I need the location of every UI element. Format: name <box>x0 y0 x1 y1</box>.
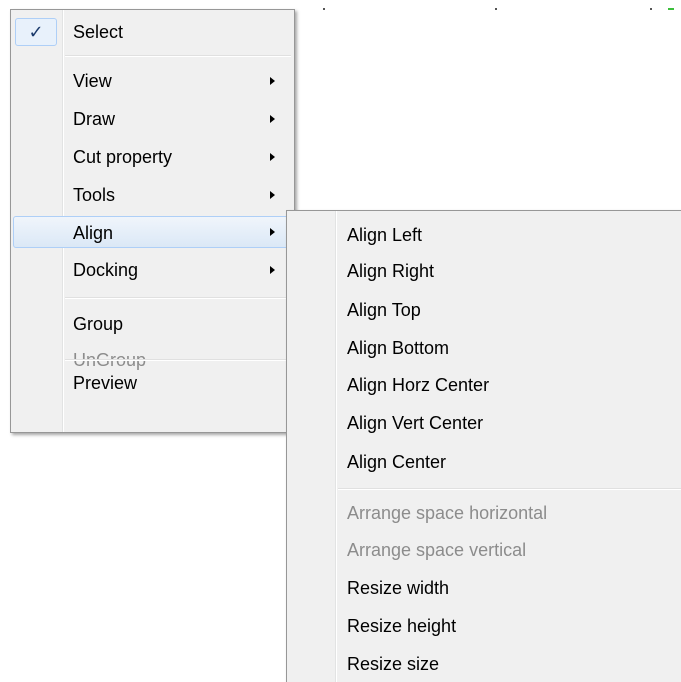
menu-separator <box>338 488 681 490</box>
menu-item-draw[interactable]: Draw <box>13 103 292 135</box>
menu-separator <box>65 359 291 361</box>
menu-item-label: Align <box>73 223 114 243</box>
menu-item-label: Align Bottom <box>347 338 450 358</box>
submenu-item-resize-width[interactable]: Resize width <box>289 572 679 604</box>
submenu-arrow-icon <box>270 115 275 123</box>
menu-item-label: Align Vert Center <box>347 413 484 433</box>
menu-item-tools[interactable]: Tools <box>13 179 292 211</box>
menu-item-group[interactable]: Group <box>13 308 292 340</box>
menu-item-align[interactable]: Align <box>13 216 292 248</box>
menu-item-label: Align Right <box>347 261 435 281</box>
menu-item-label: Arrange space horizontal <box>347 503 548 523</box>
menu-item-label: Resize size <box>347 654 440 674</box>
menu-item-label: View <box>73 71 112 91</box>
menu-item-label: Align Horz Center <box>347 375 490 395</box>
menu-item-select[interactable]: ✓ Select <box>13 16 292 48</box>
submenu-arrow-icon <box>270 228 275 236</box>
checkmark-icon: ✓ <box>15 18 57 46</box>
submenu-item-arrange-space-horizontal: Arrange space horizontal <box>289 497 679 529</box>
submenu-item-align-horz-center[interactable]: Align Horz Center <box>289 369 679 401</box>
menu-separator <box>65 297 291 299</box>
submenu-item-align-top[interactable]: Align Top <box>289 294 679 326</box>
context-menu: ✓ Select View Draw Cut property Tools Al… <box>10 9 295 433</box>
submenu-item-align-center[interactable]: Align Center <box>289 446 679 478</box>
submenu-arrow-icon <box>270 153 275 161</box>
submenu-item-align-bottom[interactable]: Align Bottom <box>289 332 679 364</box>
menu-item-label: Align Top <box>347 300 421 320</box>
menu-item-label: Tools <box>73 185 116 205</box>
submenu-item-align-right[interactable]: Align Right <box>289 255 679 287</box>
menu-separator <box>65 55 291 57</box>
submenu-item-resize-size[interactable]: Resize size <box>289 648 679 680</box>
align-submenu: Align Left Align Right Align Top Align B… <box>286 210 681 682</box>
menu-item-label: Docking <box>73 260 139 280</box>
menu-item-view[interactable]: View <box>13 65 292 97</box>
menu-item-label: Align Left <box>347 225 423 245</box>
menu-item-cut-property[interactable]: Cut property <box>13 141 292 173</box>
submenu-item-align-left[interactable]: Align Left <box>289 219 679 251</box>
submenu-arrow-icon <box>270 77 275 85</box>
menu-item-label: Select <box>73 22 124 42</box>
menu-item-label: Cut property <box>73 147 173 167</box>
menu-item-preview[interactable]: Preview <box>13 367 292 399</box>
submenu-item-arrange-space-vertical: Arrange space vertical <box>289 534 679 566</box>
menu-item-label: Resize height <box>347 616 457 636</box>
menu-item-label: Group <box>73 314 124 334</box>
menu-item-label: Draw <box>73 109 116 129</box>
menu-item-label: Arrange space vertical <box>347 540 527 560</box>
menu-item-docking[interactable]: Docking <box>13 254 292 286</box>
menu-item-label: Preview <box>73 373 138 393</box>
submenu-arrow-icon <box>270 266 275 274</box>
submenu-item-resize-height[interactable]: Resize height <box>289 610 679 642</box>
menu-item-label: Align Center <box>347 452 447 472</box>
submenu-item-align-vert-center[interactable]: Align Vert Center <box>289 407 679 439</box>
submenu-arrow-icon <box>270 191 275 199</box>
menu-item-label: Resize width <box>347 578 450 598</box>
